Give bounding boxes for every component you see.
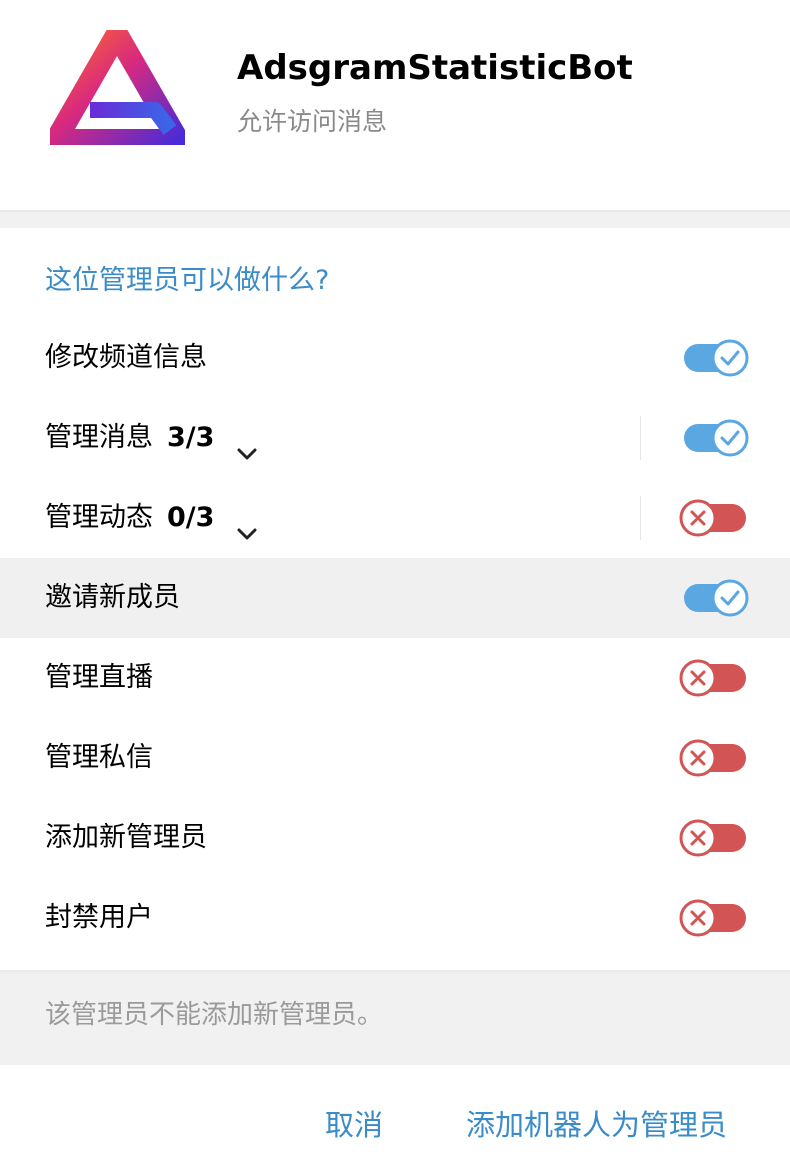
permission-name: 邀请新成员 xyxy=(45,582,180,613)
permission-row[interactable]: 邀请新成员 xyxy=(0,558,790,638)
permission-row[interactable]: 管理动态 0/3 xyxy=(0,478,790,558)
permission-row[interactable]: 修改频道信息 xyxy=(0,318,790,398)
permission-count: 3/3 xyxy=(167,422,215,453)
permission-toggle-off[interactable] xyxy=(678,498,750,538)
permission-row[interactable]: 管理直播 xyxy=(0,638,790,718)
permission-toggle-off[interactable] xyxy=(678,738,750,778)
chevron-down-icon[interactable] xyxy=(232,501,262,539)
permission-name: 管理动态 xyxy=(45,502,153,533)
permission-label: 管理私信 xyxy=(45,718,153,798)
permission-toggle-off[interactable] xyxy=(678,818,750,858)
bot-status: 允许访问消息 xyxy=(237,107,388,136)
permission-row[interactable]: 管理私信 xyxy=(0,718,790,798)
permission-name: 封禁用户 xyxy=(45,902,153,933)
permission-toggle-on[interactable] xyxy=(678,578,750,618)
permission-label: 管理直播 xyxy=(45,638,153,718)
permission-row[interactable]: 封禁用户 xyxy=(0,878,790,958)
section-divider xyxy=(0,210,790,228)
permission-label: 管理消息 3/3 xyxy=(45,398,262,478)
row-separator xyxy=(640,496,641,540)
permission-label: 修改频道信息 xyxy=(45,318,207,398)
permission-toggle-on[interactable] xyxy=(678,338,750,378)
permission-name: 修改频道信息 xyxy=(45,342,207,373)
add-bot-as-admin-button[interactable]: 添加机器人为管理员 xyxy=(466,1102,727,1144)
permission-row[interactable]: 添加新管理员 xyxy=(0,798,790,878)
bot-name: AdsgramStatisticBot xyxy=(237,48,633,88)
footer-note: 该管理员不能添加新管理员。 xyxy=(45,1000,384,1030)
chevron-down-icon[interactable] xyxy=(232,421,262,459)
permission-label: 封禁用户 xyxy=(45,878,153,958)
permission-name: 管理直播 xyxy=(45,662,153,693)
permission-name: 管理消息 xyxy=(45,422,153,453)
permission-toggle-off[interactable] xyxy=(678,898,750,938)
section-title: 这位管理员可以做什么? xyxy=(45,265,330,296)
permission-label: 邀请新成员 xyxy=(45,558,180,638)
permission-label: 添加新管理员 xyxy=(45,798,207,878)
permission-name: 添加新管理员 xyxy=(45,822,207,853)
permission-count: 0/3 xyxy=(167,502,215,533)
permission-toggle-on[interactable] xyxy=(678,418,750,458)
permission-toggle-off[interactable] xyxy=(678,658,750,698)
permission-name: 管理私信 xyxy=(45,742,153,773)
permission-row[interactable]: 管理消息 3/3 xyxy=(0,398,790,478)
cancel-button[interactable]: 取消 xyxy=(325,1102,383,1144)
bot-avatar xyxy=(45,23,189,151)
bot-header: AdsgramStatisticBot 允许访问消息 xyxy=(0,0,790,210)
permission-list: 修改频道信息 管理消息 3/3 管理动态 0/3 邀请新成员管理直播管理私信添加新管理员封… xyxy=(0,318,790,958)
row-separator xyxy=(640,416,641,460)
permission-label: 管理动态 0/3 xyxy=(45,478,262,558)
adsgram-logo-icon xyxy=(45,23,189,151)
